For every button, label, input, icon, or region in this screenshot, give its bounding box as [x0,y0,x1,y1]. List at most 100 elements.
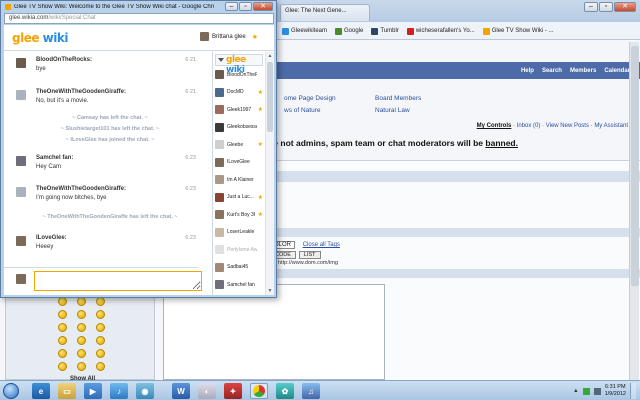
close-button[interactable]: ✕ [614,2,636,12]
internet-explorer-icon[interactable]: e [32,383,50,399]
app-icon[interactable]: ◐ [198,383,216,399]
smiley-icon[interactable] [96,310,105,319]
close-button[interactable]: ✕ [253,2,273,11]
userlist-scrollbar[interactable]: ▲ ▼ [265,52,274,295]
star-icon: ★ [257,142,263,148]
maximize-button[interactable]: ▫ [239,2,252,11]
post-textarea[interactable] [163,284,385,380]
scroll-down-icon[interactable]: ▼ [267,288,273,294]
word-icon[interactable]: W [172,383,190,399]
smiley-icon[interactable] [58,323,67,332]
user-list-item[interactable]: Gleek1997 ★ [215,105,263,114]
message-author[interactable]: TheOneWithTheGoodenGiraffe: [36,186,126,192]
inbox-link[interactable]: Inbox (0) [517,123,541,129]
itunes-icon[interactable]: ♫ [302,383,320,399]
close-all-tags-link[interactable]: Close all Tags [303,242,340,248]
smiley-icon[interactable] [58,349,67,358]
avatar[interactable] [16,187,26,197]
user-list-item[interactable]: Im A Klainer [215,175,263,184]
scrollbar-thumb[interactable] [631,46,639,286]
avatar [215,192,224,202]
app-icon[interactable]: ◉ [136,383,154,399]
wiki-link[interactable]: ome Page Design [284,95,336,102]
volume-icon[interactable] [593,387,601,395]
user-name: BloodOnTheR... [227,71,257,78]
nav-help[interactable]: Help [521,68,534,74]
bookmark-gleewikiteam[interactable]: Gleewikiteam [282,27,327,35]
user-list-item[interactable]: Gleebe ★ [215,140,263,149]
bookmark-google[interactable]: Google [335,27,363,35]
chrome-icon[interactable] [250,383,268,399]
smiley-icon[interactable] [96,336,105,345]
user-list-item[interactable]: Kurt's Boy 36 ★ [215,210,263,219]
bookmark-youtube[interactable]: wicheserafallen's Yo... [406,27,475,35]
nav-search[interactable]: Search [542,68,562,74]
bookmark-glee-wiki[interactable]: Glee TV Show Wiki - ... [482,27,554,35]
star-icon: ★ [257,212,263,218]
address-bar[interactable]: glee.wikia.com/wiki/Special:Chat [4,13,274,24]
scrollbar-thumb[interactable] [267,62,273,132]
avatar[interactable] [16,90,26,100]
media-player-icon[interactable]: ▶ [84,383,102,399]
avatar[interactable] [16,236,26,246]
user-list-item[interactable]: PerfyIsme Away [215,245,263,254]
wiki-link[interactable]: Board Members [375,95,421,102]
message-author[interactable]: Samchel fan: [36,155,73,161]
minimize-button[interactable]: – [225,2,238,11]
my-controls-link[interactable]: My Controls [477,123,512,129]
smiley-icon[interactable] [77,336,86,345]
smiley-icon[interactable] [77,310,86,319]
maximize-button[interactable]: ▫ [599,2,613,12]
collapse-arrow-icon[interactable] [218,58,224,62]
user-list-item[interactable]: Gleekobsessed [215,122,263,132]
app-icon[interactable]: ✿ [276,383,294,399]
start-button[interactable] [3,383,19,399]
wiki-link[interactable]: Natural Law [375,107,410,114]
page-scrollbar[interactable] [629,42,639,380]
app-icon[interactable]: ✦ [224,383,242,399]
folder-icon[interactable]: ▭ [58,383,76,399]
smiley-icon[interactable] [96,297,105,306]
smiley-icon[interactable] [96,349,105,358]
network-icon[interactable] [582,387,590,395]
smiley-icon[interactable] [58,362,67,371]
smiley-icon[interactable] [77,362,86,371]
user-list-item[interactable]: ILoveGlee [215,157,263,167]
view-new-posts-link[interactable]: View New Posts [546,123,589,129]
minimize-button[interactable]: – [584,2,598,12]
userlist-header[interactable]: glee wiki [215,54,263,75]
smiley-icon[interactable] [58,310,67,319]
nav-calendar[interactable]: Calendar [604,68,630,74]
smiley-icon[interactable] [77,297,86,306]
user-list-item[interactable]: Sadbai45 [215,262,263,272]
smiley-icon[interactable] [77,323,86,332]
user-list-item[interactable]: BloodOnTheR... [215,70,263,79]
show-desktop-button[interactable] [630,383,636,399]
bookmark-tumblr[interactable]: Tumblr [371,27,399,35]
avatar[interactable] [16,58,26,68]
user-list-item[interactable]: DocMD ★ [215,87,263,97]
user-list-item[interactable]: Samchel fan [215,280,263,289]
current-user[interactable]: Brittana glee ★ [200,32,258,41]
smiley-icon[interactable] [96,362,105,371]
user-list-item[interactable]: Just a Luc... ★ [215,192,263,202]
smiley-icon[interactable] [58,297,67,306]
message-author[interactable]: BloodOnTheRocks: [36,57,92,63]
message-author[interactable]: TheOneWithTheGoodenGiraffe: [36,89,126,95]
user-list-item[interactable]: LoserLeakle [215,227,263,237]
scroll-up-icon[interactable]: ▲ [267,53,273,59]
chat-message-input[interactable] [34,271,202,291]
smiley-icon[interactable] [96,323,105,332]
smiley-icon[interactable] [77,349,86,358]
wiki-link[interactable]: ws of Nature [284,107,321,114]
avatar[interactable] [16,156,26,166]
itunes-icon[interactable]: ♪ [110,383,128,399]
clock[interactable]: 6:31 PM 1/9/2012 [605,384,626,398]
smiley-icon[interactable] [58,336,67,345]
nav-members[interactable]: Members [570,68,596,74]
list-button[interactable]: LIST [298,251,321,259]
message-author[interactable]: ILoveGlee: [36,235,67,241]
my-assistant-link[interactable]: My Assistant [594,123,628,129]
browser-tab[interactable]: Glee: The Next Gene... [280,4,370,21]
show-hidden-icons-icon[interactable]: ▲ [573,388,578,394]
